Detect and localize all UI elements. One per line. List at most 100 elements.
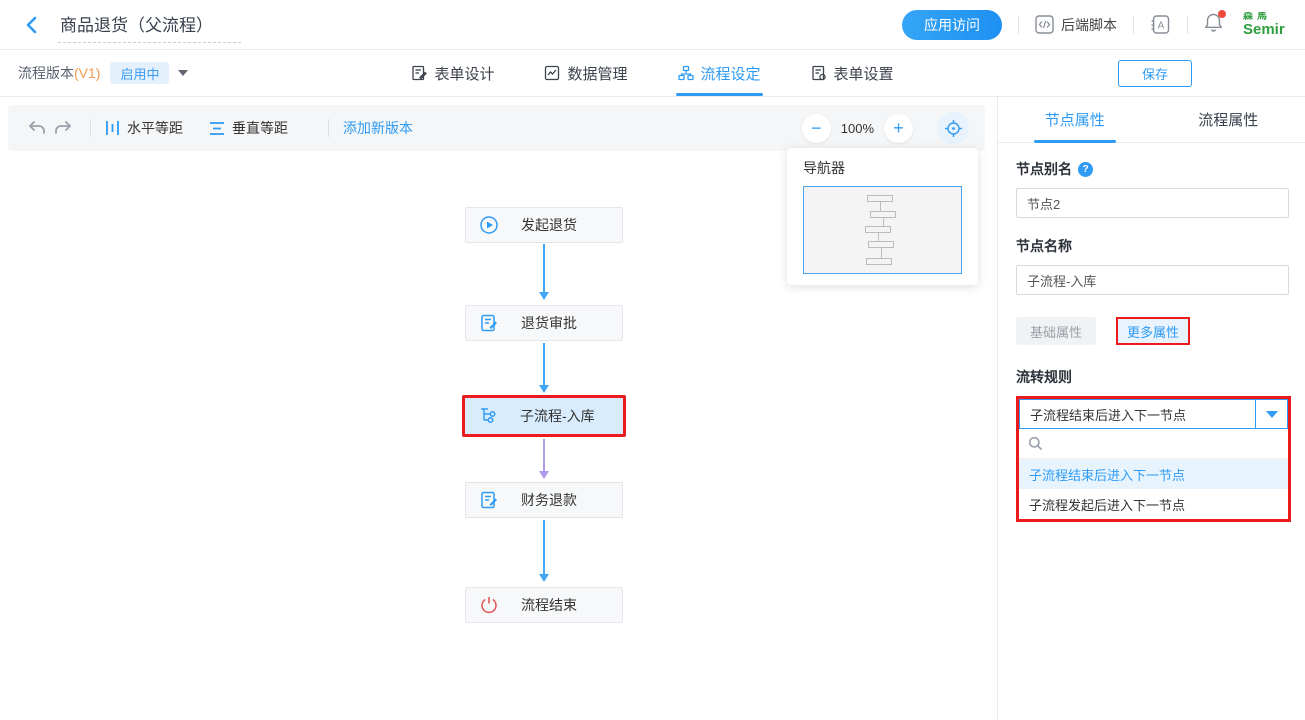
data-manage-icon [544, 65, 560, 81]
node-subprocess-inbound[interactable]: 子流程-入库 [462, 395, 626, 437]
node-label: 退货审批 [521, 313, 577, 333]
save-button[interactable]: 保存 [1118, 60, 1192, 87]
tab-data-manage[interactable]: 数据管理 [544, 50, 627, 96]
tab-label: 表单设置 [834, 63, 894, 84]
vertical-equidistant-icon [209, 121, 225, 136]
divider [90, 119, 91, 137]
node-label: 子流程-入库 [520, 406, 595, 426]
node-alias-label: 节点别名 [1016, 159, 1072, 179]
node-start-return[interactable]: 发起退货 [465, 207, 623, 243]
flow-rule-label-row: 流转规则 [1016, 367, 1289, 387]
divider [328, 119, 329, 137]
divider [1187, 16, 1188, 34]
flow-arrow [543, 343, 545, 391]
mini-node [867, 195, 893, 202]
process-version: 流程版本 (V1) 启用中 [18, 62, 188, 84]
node-finance-refund[interactable]: 财务退款 [465, 482, 623, 518]
node-alias-input[interactable] [1016, 188, 1289, 218]
properties-panel: 节点属性 流程属性 节点别名 ? 节点名称 基础属性 更多属性 流 [997, 97, 1305, 719]
node-return-approval[interactable]: 退货审批 [465, 305, 623, 341]
node-label: 财务退款 [521, 490, 577, 510]
zoom-in-button[interactable]: + [884, 114, 913, 143]
flow-rule-selected-value: 子流程结束后进入下一节点 [1020, 400, 1255, 428]
tab-form-design[interactable]: 表单设计 [411, 50, 494, 96]
module-tabs: 表单设计 数据管理 流程设定 表单设置 [0, 50, 1305, 96]
form-edit-icon [479, 313, 499, 333]
power-icon [479, 595, 499, 615]
divider [1018, 16, 1019, 34]
mini-link [883, 218, 884, 226]
crosshair-icon [944, 119, 963, 138]
tab-label: 表单设计 [434, 63, 494, 84]
back-button[interactable] [20, 13, 44, 37]
redo-icon [53, 120, 73, 136]
horizontal-align-label: 水平等距 [127, 118, 183, 138]
vertical-align-button[interactable]: 垂直等距 [209, 118, 288, 138]
tab-label: 流程设定 [701, 63, 761, 84]
status-badge: 启用中 [110, 62, 169, 84]
redo-button[interactable] [50, 117, 76, 139]
caret-down-icon [1266, 411, 1278, 418]
add-version-link[interactable]: 添加新版本 [343, 118, 413, 138]
main-area: 水平等距 垂直等距 添加新版本 − 100% + [0, 97, 1305, 719]
zoom-controls: − 100% + [802, 112, 969, 144]
more-properties-button[interactable]: 更多属性 [1116, 317, 1190, 345]
node-alias-label-row: 节点别名 ? [1016, 159, 1289, 179]
tab-flow-setting[interactable]: 流程设定 [678, 50, 761, 96]
header-actions: 应用访问 后端脚本 A 森馬 Semir [902, 10, 1287, 40]
notifications-button[interactable] [1204, 12, 1223, 38]
flow-canvas[interactable]: 水平等距 垂直等距 添加新版本 − 100% + [0, 97, 997, 719]
tab-label: 数据管理 [567, 63, 627, 84]
form-setting-icon [811, 65, 827, 81]
mini-link [878, 233, 879, 241]
node-flow-end[interactable]: 流程结束 [465, 587, 623, 623]
dropdown-option-2[interactable]: 子流程发起后进入下一节点 [1019, 489, 1288, 519]
form-edit-icon [479, 490, 499, 510]
brand-logo: 森馬 Semir [1243, 12, 1287, 37]
flow-arrow-purple [543, 439, 545, 477]
tab-flow-properties[interactable]: 流程属性 [1152, 97, 1305, 142]
horizontal-align-button[interactable]: 水平等距 [105, 118, 183, 138]
notification-dot [1218, 10, 1226, 18]
zoom-out-button[interactable]: − [802, 114, 831, 143]
divider [1133, 16, 1134, 34]
page-title: 商品退货（父流程） [60, 16, 213, 35]
mini-node [866, 258, 892, 265]
app-access-button[interactable]: 应用访问 [902, 10, 1002, 40]
page-title-editable[interactable]: 商品退货（父流程） [58, 7, 241, 43]
navigator-minimap[interactable] [803, 186, 962, 274]
mini-link [880, 202, 881, 211]
undo-icon [27, 120, 47, 136]
contacts-button[interactable]: A [1150, 14, 1171, 35]
dropdown-search[interactable] [1019, 429, 1288, 459]
mini-link [881, 248, 882, 258]
tab-node-properties[interactable]: 节点属性 [998, 97, 1152, 142]
select-caret-area[interactable] [1255, 400, 1287, 428]
property-buttons: 基础属性 更多属性 [1016, 317, 1289, 345]
canvas-toolbar: 水平等距 垂直等距 添加新版本 − 100% + [8, 105, 985, 151]
help-icon[interactable]: ? [1078, 162, 1093, 177]
search-icon [1028, 436, 1043, 451]
mini-node [865, 226, 891, 233]
version-tag: (V1) [74, 65, 100, 81]
top-header: 商品退货（父流程） 应用访问 后端脚本 A 森馬 Semir [0, 0, 1305, 50]
flow-arrow [543, 244, 545, 298]
flow-rule-select[interactable]: 子流程结束后进入下一节点 [1019, 399, 1288, 429]
backend-script-button[interactable]: 后端脚本 [1035, 15, 1117, 35]
dropdown-option-1[interactable]: 子流程结束后进入下一节点 [1019, 459, 1288, 489]
version-tab-bar: 流程版本 (V1) 启用中 表单设计 数据管理 流程设定 表单设置 保存 [0, 50, 1305, 97]
locate-button[interactable] [937, 112, 969, 144]
horizontal-equidistant-icon [105, 120, 120, 136]
subprocess-icon [478, 406, 498, 426]
version-dropdown-caret[interactable] [178, 70, 188, 76]
svg-text:A: A [1158, 21, 1165, 32]
tab-form-setting[interactable]: 表单设置 [811, 50, 894, 96]
backend-script-label: 后端脚本 [1061, 15, 1117, 35]
brand-logo-en: Semir [1243, 22, 1287, 37]
mini-node [868, 241, 894, 248]
navigator-title: 导航器 [803, 158, 962, 178]
node-name-input[interactable] [1016, 265, 1289, 295]
undo-button[interactable] [24, 117, 50, 139]
flow-rule-label: 流转规则 [1016, 367, 1072, 387]
basic-properties-button[interactable]: 基础属性 [1016, 317, 1096, 345]
